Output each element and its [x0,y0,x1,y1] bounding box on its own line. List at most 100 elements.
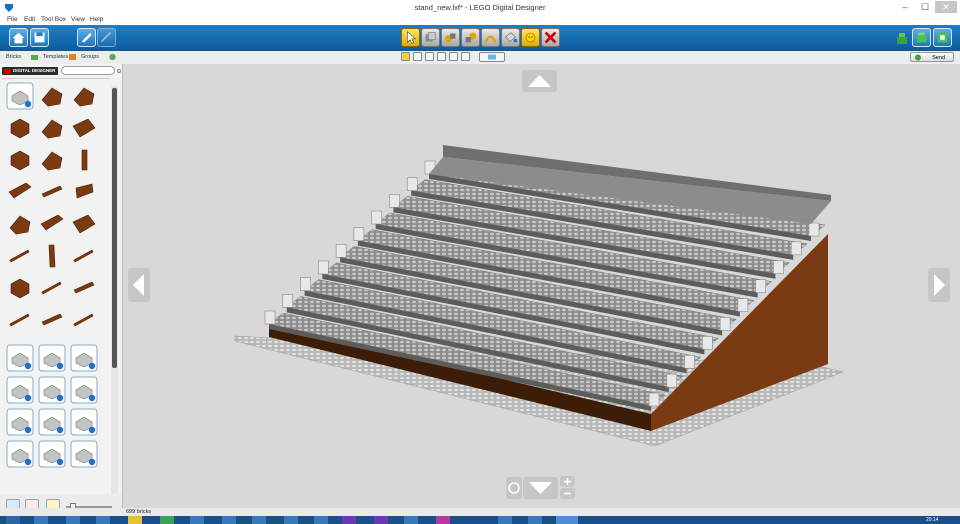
minifig-tool-button[interactable] [521,28,540,47]
home-button[interactable] [9,28,28,47]
palette-brick-brown[interactable] [38,146,66,174]
select-multiple-button[interactable] [413,52,422,61]
pan-down-button[interactable] [523,477,558,499]
palette-brick-brown[interactable] [70,146,98,174]
send-button[interactable]: Send [910,52,954,62]
menu-file[interactable]: File [7,16,17,23]
pan-right-button[interactable] [928,268,950,302]
taskbar-app-vs[interactable] [342,516,356,524]
palette-brick-gray[interactable] [70,344,98,372]
palette-brick-gray[interactable] [38,440,66,468]
view-mode-button[interactable] [97,28,116,47]
palette-brick-brown[interactable] [38,82,66,110]
palette-brick-brown[interactable] [38,178,66,206]
menu-view[interactable]: View [71,16,85,23]
palette-brick-gray[interactable] [70,376,98,404]
palette-brick-gray[interactable] [38,376,66,404]
taskbar-app-mail[interactable] [314,516,328,524]
menu-help[interactable]: Help [90,16,103,23]
taskbar-app-onenote[interactable] [436,516,450,524]
select-color-button[interactable] [437,52,446,61]
zoom-out-button[interactable] [560,488,575,499]
tab-bricks[interactable]: Bricks [6,52,21,62]
tab-groups[interactable]: Groups [81,52,99,62]
paint-tool-button[interactable] [501,28,520,47]
taskbar-app-explorer[interactable] [34,516,48,524]
taskbar-app-word[interactable] [190,516,204,524]
rotate-button[interactable] [506,477,522,499]
hinge-tool-button[interactable] [441,28,460,47]
model-scene[interactable] [123,64,960,508]
tab-templates[interactable]: Templates [43,52,68,62]
building-guide-button[interactable] [896,31,908,45]
minimize-button[interactable]: – [896,1,914,13]
step-end-cap [737,298,749,312]
palette-brick-brown[interactable] [6,114,34,142]
build-mode-button[interactable] [77,28,96,47]
palette-brick-gray[interactable] [6,408,34,436]
select-single-button[interactable] [401,52,410,61]
zoom-in-button[interactable] [560,476,575,487]
maximize-button[interactable]: ☐ [916,1,934,13]
taskbar-app-spreadsheet[interactable] [160,516,174,524]
taskbar-app-vs2[interactable] [374,516,388,524]
taskbar-app-notes[interactable] [528,516,542,524]
taskbar-app-ldd[interactable] [556,516,578,524]
palette-brick-gray[interactable] [70,440,98,468]
delete-tool-button[interactable] [541,28,560,47]
start-button[interactable] [6,516,20,524]
clone-tool-button[interactable] [421,28,440,47]
search-icon[interactable] [117,69,121,73]
select-connected-button[interactable] [425,52,434,61]
palette-brick-brown[interactable] [6,146,34,174]
palette-brick-gray[interactable] [6,376,34,404]
palette-brick-brown[interactable] [38,274,66,302]
palette-brick-brown[interactable] [70,306,98,334]
select-tool-button[interactable] [401,28,420,47]
palette-brick-brown[interactable] [6,306,34,334]
palette-brick-brown[interactable] [38,242,66,270]
palette-brick-brown[interactable] [38,210,66,238]
save-button[interactable] [30,28,49,47]
palette-brick-brown[interactable] [70,242,98,270]
taskbar-app-paint[interactable] [252,516,266,524]
taskbar-app-firefox[interactable] [96,516,110,524]
palette-brick-brown[interactable] [6,274,34,302]
palette-brick-gray[interactable] [38,344,66,372]
palette-brick-gray[interactable] [6,344,34,372]
palette-brick-brown[interactable] [70,274,98,302]
taskbar-app-browser[interactable] [66,516,80,524]
invert-selection-button[interactable] [479,52,505,62]
palette-brick-brown[interactable] [70,114,98,142]
palette-scroll-thumb[interactable] [112,88,117,368]
flex-tool-button[interactable] [481,28,500,47]
taskbar-app-calc[interactable] [222,516,236,524]
palette-brick-brown[interactable] [6,210,34,238]
hinge-align-tool-button[interactable] [461,28,480,47]
palette-brick-gray[interactable] [70,408,98,436]
palette-brick-brown[interactable] [6,178,34,206]
view-toggle-button[interactable] [912,28,931,47]
palette-brick-brown[interactable] [70,210,98,238]
taskbar-app-terminal[interactable] [404,516,418,524]
palette-brick-gray[interactable] [6,440,34,468]
palette-brick-brown[interactable] [6,242,34,270]
select-shape-button[interactable] [449,52,458,61]
palette-brick-brown[interactable] [38,114,66,142]
close-button[interactable]: ✕ [935,1,957,13]
taskbar-app-viewer[interactable] [498,516,512,524]
taskbar-app-folder[interactable] [128,516,142,524]
menu-edit[interactable]: Edit [24,16,35,23]
pan-up-button[interactable] [522,70,557,92]
build-instructions-button[interactable] [933,28,952,47]
palette-brick-gray[interactable] [38,408,66,436]
palette-brick-brown[interactable] [70,82,98,110]
taskbar-app-settings[interactable] [284,516,298,524]
pan-left-button[interactable] [128,268,150,302]
palette-brick-brown[interactable] [38,306,66,334]
menu-toolbox[interactable]: Tool Box [41,16,66,23]
palette-brick-brown[interactable] [6,82,34,110]
palette-brick-brown[interactable] [70,178,98,206]
select-color-shape-button[interactable] [461,52,470,61]
3d-viewport[interactable] [123,64,960,508]
